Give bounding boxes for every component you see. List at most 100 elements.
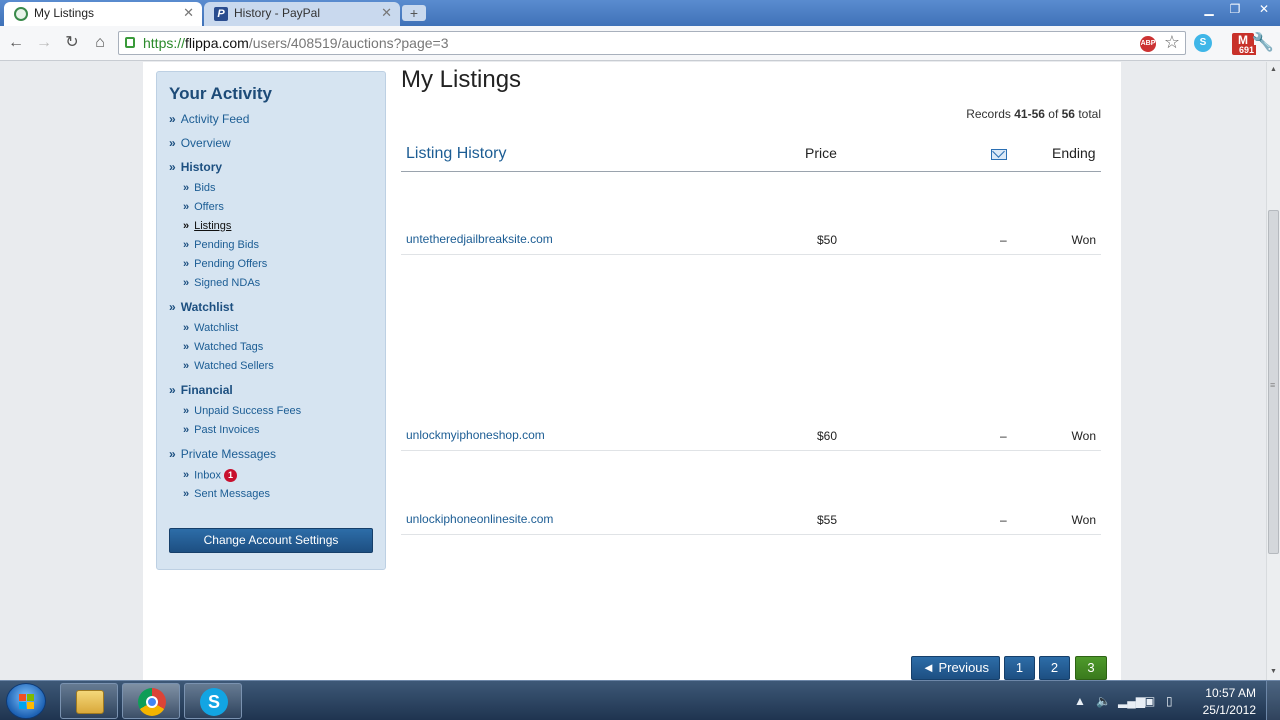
sidebar-item-watched-tags[interactable]: » Watched Tags [183, 341, 263, 353]
table-row: unlockiphoneonlinesite.com $55 – Won [401, 506, 1101, 535]
chevron-right-icon: » [183, 360, 190, 372]
sidebar-item-watched-sellers[interactable]: » Watched Sellers [183, 360, 274, 372]
sidebar-item-watchlist[interactable]: » Watchlist [183, 322, 238, 334]
tab-title: History - PayPal [234, 6, 321, 20]
sidebar-item-signed-ndas[interactable]: » Signed NDAs [183, 277, 260, 289]
page-3-button[interactable]: 3 [1075, 656, 1107, 680]
tab-title: My Listings [34, 6, 95, 20]
ending-header[interactable]: Ending [1052, 145, 1096, 161]
listing-message: – [1000, 429, 1007, 443]
page-content: Your Activity » Activity Feed » Overview »… [143, 62, 1121, 680]
new-tab-button[interactable]: + [402, 5, 426, 21]
sidebar-item-private-messages[interactable]: » Private Messages [169, 447, 276, 461]
chevron-right-icon: » [183, 424, 190, 436]
listing-status: Won [1071, 429, 1096, 443]
header-divider [401, 171, 1101, 172]
sidebar-item-offers[interactable]: » Offers [183, 201, 224, 213]
skype-icon: S [200, 688, 228, 716]
home-icon[interactable]: ⌂ [89, 33, 111, 53]
close-tab-icon[interactable]: ✕ [183, 5, 194, 21]
sidebar-item-inbox[interactable]: » Inbox 1 [183, 469, 238, 482]
table-row: unlockmyiphoneshop.com $60 – Won [401, 422, 1101, 451]
sidebar-item-watchlist-section[interactable]: » Watchlist [169, 300, 234, 314]
sidebar-title: Your Activity [169, 84, 272, 103]
volume-icon[interactable]: 🔈 [1096, 694, 1111, 708]
paypal-favicon-icon: P [214, 7, 228, 21]
activity-sidebar: Your Activity » Activity Feed » Overview »… [156, 71, 386, 570]
sidebar-item-listings[interactable]: » Listings [183, 220, 231, 232]
clock-time[interactable]: 10:57 AM [1205, 686, 1256, 700]
start-button[interactable] [6, 683, 46, 719]
sidebar-item-overview[interactable]: » Overview [169, 136, 231, 150]
skype-extension-icon[interactable]: S [1194, 34, 1212, 52]
sidebar-item-pending-bids[interactable]: » Pending Bids [183, 239, 259, 251]
vertical-scrollbar[interactable]: ▲ ≡ ▼ [1266, 62, 1280, 680]
show-desktop-button[interactable] [1266, 681, 1280, 720]
sidebar-item-activity-feed[interactable]: » Activity Feed [169, 112, 249, 126]
page-1-button[interactable]: 1 [1004, 656, 1035, 680]
sidebar-item-financial[interactable]: » Financial [169, 383, 233, 397]
previous-page-button[interactable]: ◄ Previous [911, 656, 1000, 680]
folder-icon [76, 690, 104, 714]
tab-my-listings[interactable]: My Listings ✕ [4, 2, 202, 26]
sidebar-item-sent-messages[interactable]: » Sent Messages [183, 488, 270, 500]
listing-status: Won [1071, 233, 1096, 247]
back-arrow-icon[interactable]: ← [5, 33, 27, 53]
flippa-favicon-icon [14, 7, 28, 21]
url-path: /users/408519/auctions?page=3 [248, 35, 449, 51]
clock-date[interactable]: 25/1/2012 [1203, 703, 1256, 717]
chrome-icon-center [146, 696, 158, 708]
chevron-right-icon: » [183, 277, 190, 289]
forward-arrow-icon[interactable]: → [33, 33, 55, 53]
wrench-menu-icon[interactable]: 🔧 [1252, 32, 1274, 53]
page-2-button[interactable]: 2 [1039, 656, 1070, 680]
battery-icon[interactable]: ▯ [1166, 694, 1173, 708]
taskbar-explorer[interactable] [60, 683, 118, 719]
network-status-icon[interactable]: ▣ [1144, 694, 1155, 708]
records-summary: Records 41-56 of 56 total [966, 107, 1101, 121]
browser-toolbar: ← → ↻ ⌂ https://flippa.com/users/408519/… [0, 26, 1280, 61]
price-header[interactable]: Price [805, 145, 837, 161]
scroll-down-icon[interactable]: ▼ [1270, 668, 1277, 675]
restore-window-icon[interactable]: ❐ [1222, 0, 1248, 18]
close-tab-icon[interactable]: ✕ [381, 5, 392, 21]
page-title: My Listings [401, 66, 522, 93]
listing-message: – [1000, 513, 1007, 527]
bookmark-star-icon[interactable]: ☆ [1164, 32, 1180, 53]
unread-count-badge: 1 [224, 469, 238, 482]
address-bar[interactable]: https://flippa.com/users/408519/auctions… [118, 31, 1186, 55]
chevron-right-icon: » [183, 488, 190, 500]
minimize-window-icon[interactable]: ▁ [1196, 0, 1222, 18]
chevron-right-icon: » [183, 322, 190, 334]
chevron-right-icon: » [183, 201, 190, 213]
network-signal-icon[interactable]: ▂▄▆ [1118, 694, 1145, 708]
adblock-icon[interactable]: ABP [1140, 36, 1156, 52]
listing-status: Won [1071, 513, 1096, 527]
listing-price: $60 [816, 429, 837, 443]
chevron-right-icon: » [183, 469, 190, 482]
taskbar-skype[interactable]: S [184, 683, 242, 719]
pagination: ◄ Previous 1 2 3 [911, 656, 1107, 680]
sidebar-item-past-invoices[interactable]: » Past Invoices [183, 424, 260, 436]
reload-icon[interactable]: ↻ [61, 33, 83, 53]
chevron-right-icon: » [183, 258, 190, 270]
sidebar-item-unpaid-success-fees[interactable]: » Unpaid Success Fees [183, 405, 301, 417]
chevron-right-icon: » [169, 160, 176, 174]
chevron-right-icon: » [169, 447, 176, 461]
listing-history-header[interactable]: Listing History [406, 145, 506, 163]
sidebar-item-pending-offers[interactable]: » Pending Offers [183, 258, 267, 270]
sidebar-item-bids[interactable]: » Bids [183, 182, 216, 194]
chevron-right-icon: » [183, 239, 190, 251]
chevron-right-icon: » [169, 112, 176, 126]
change-account-settings-button[interactable]: Change Account Settings [169, 528, 373, 553]
scroll-up-icon[interactable]: ▲ [1270, 66, 1277, 73]
sidebar-item-history[interactable]: » History [169, 160, 222, 174]
chevron-right-icon: » [169, 136, 176, 150]
tab-paypal-history[interactable]: P History - PayPal ✕ [204, 2, 400, 26]
chevron-right-icon: » [183, 220, 190, 232]
scrollbar-grip-icon: ≡ [1270, 380, 1276, 390]
show-hidden-icons-icon[interactable]: ▲ [1074, 694, 1086, 708]
close-window-icon[interactable]: ✕ [1250, 0, 1278, 18]
table-row: untetheredjailbreaksite.com $50 – Won [401, 226, 1101, 255]
taskbar-chrome[interactable] [122, 683, 180, 719]
